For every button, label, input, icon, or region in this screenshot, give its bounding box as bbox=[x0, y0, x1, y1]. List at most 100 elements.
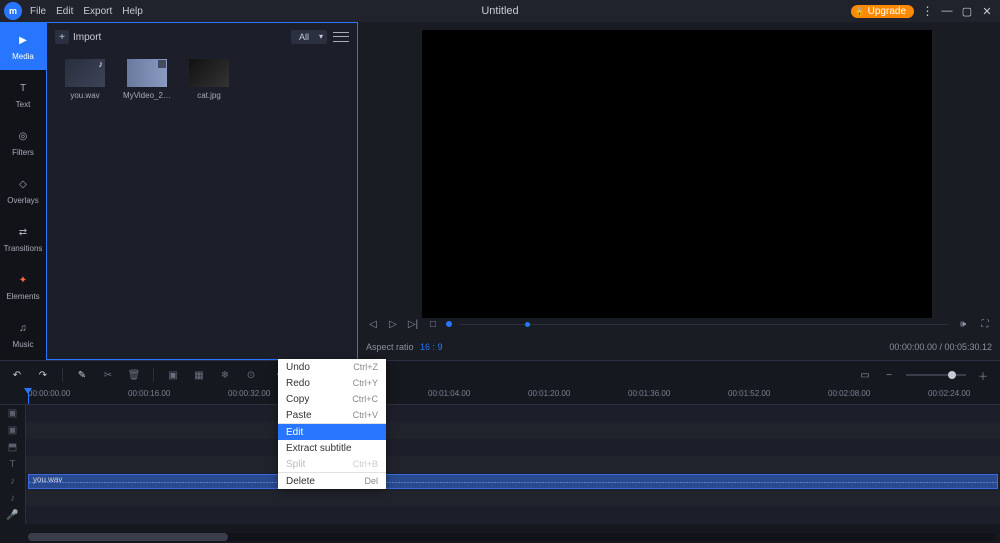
sidebar-label: Filters bbox=[12, 148, 34, 157]
track-audio-2[interactable]: ♪ bbox=[0, 490, 1000, 507]
ruler-tick: 00:00:32.00 bbox=[228, 389, 270, 398]
media-item-image[interactable]: cat.jpg bbox=[187, 59, 231, 100]
sidebar: ▶ Media T Text ◎ Filters ◇ Overlays ⇄ Tr… bbox=[0, 22, 46, 360]
upgrade-label: Upgrade bbox=[868, 6, 906, 17]
media-item-video[interactable]: MyVideo_2… bbox=[125, 59, 169, 100]
video-track-icon: ▣ bbox=[0, 422, 26, 439]
sidebar-label: Music bbox=[13, 340, 34, 349]
timeline-toolbar: ↶ ↷ ✎ ✂ 🗑 ▣ ▦ ❄ ⊙ ◔ ⭱ ▭ − ＋ bbox=[0, 361, 1000, 389]
timeline-ruler[interactable]: 00:00:00.00 00:00:16.00 00:00:32.00 00:0… bbox=[0, 389, 1000, 405]
thumbnail-icon bbox=[127, 59, 167, 87]
fit-button[interactable]: ▭ bbox=[858, 368, 872, 382]
play-icon: ▶ bbox=[14, 31, 32, 49]
media-toolbar: + Import All bbox=[47, 23, 357, 51]
ctx-redo[interactable]: RedoCtrl+Y bbox=[278, 375, 386, 391]
transitions-icon: ⇄ bbox=[14, 223, 32, 241]
zoom-slider[interactable] bbox=[906, 374, 966, 376]
media-filter-dropdown[interactable]: All bbox=[291, 30, 327, 44]
media-item-audio[interactable]: you.wav bbox=[63, 59, 107, 100]
titlebar: m File Edit Export Help Untitled Upgrade… bbox=[0, 0, 1000, 22]
media-item-label: you.wav bbox=[61, 91, 109, 100]
menu-edit[interactable]: Edit bbox=[56, 6, 73, 17]
maximize-button[interactable]: ▢ bbox=[960, 4, 974, 18]
zoom-in-button[interactable]: ＋ bbox=[976, 368, 990, 382]
media-grid: you.wav MyVideo_2… cat.jpg bbox=[47, 51, 357, 108]
ruler-tick: 00:02:08.00 bbox=[828, 389, 870, 398]
undo-button[interactable]: ↶ bbox=[10, 368, 24, 382]
playhead[interactable] bbox=[28, 389, 29, 404]
audio-track-icon: ♪ bbox=[0, 473, 26, 490]
stop-button[interactable]: □ bbox=[426, 317, 440, 331]
edit-tool-button[interactable]: ✎ bbox=[75, 368, 89, 382]
ctx-undo[interactable]: UndoCtrl+Z bbox=[278, 359, 386, 375]
speed-button[interactable]: ⊙ bbox=[244, 368, 258, 382]
text-track-icon: T bbox=[0, 456, 26, 473]
track-video-1[interactable]: ▣ bbox=[0, 422, 1000, 439]
voice-track-icon: 🎤 bbox=[0, 507, 26, 524]
track-audio[interactable]: ♪ you.wav bbox=[0, 473, 1000, 490]
menu-help[interactable]: Help bbox=[122, 6, 143, 17]
timeline-scrollbar[interactable] bbox=[28, 533, 996, 541]
elements-icon: ✦ bbox=[14, 271, 32, 289]
context-menu: UndoCtrl+Z RedoCtrl+Y CopyCtrl+C PasteCt… bbox=[278, 359, 386, 489]
sidebar-item-media[interactable]: ▶ Media bbox=[0, 22, 46, 70]
mosaic-button[interactable]: ▦ bbox=[192, 368, 206, 382]
aspect-ratio-label[interactable]: Aspect ratio 16 : 9 bbox=[366, 342, 443, 352]
menubar: File Edit Export Help bbox=[30, 6, 143, 17]
zoom-out-button[interactable]: − bbox=[882, 368, 896, 382]
sidebar-item-filters[interactable]: ◎ Filters bbox=[0, 118, 46, 166]
import-button[interactable]: + Import bbox=[55, 30, 101, 44]
app-icon: m bbox=[4, 2, 22, 20]
preview-canvas[interactable] bbox=[422, 30, 932, 318]
close-button[interactable]: ✕ bbox=[980, 4, 994, 18]
document-title: Untitled bbox=[481, 5, 518, 17]
ruler-tick: 00:02:24.00 bbox=[928, 389, 970, 398]
ruler-tick: 00:01:04.00 bbox=[428, 389, 470, 398]
more-icon[interactable]: ⋮ bbox=[920, 4, 934, 18]
track-video-2[interactable]: ▣ bbox=[0, 405, 1000, 422]
ctx-delete[interactable]: DeleteDel bbox=[278, 473, 386, 489]
video-track-icon: ▣ bbox=[0, 405, 26, 422]
volume-icon[interactable]: 🕪 bbox=[956, 317, 970, 331]
tracks: ▣ ▣ ⬒ T ♪ you.wav ♪ 🎤 bbox=[0, 405, 1000, 531]
split-button[interactable]: ✂ bbox=[101, 368, 115, 382]
audio-clip[interactable]: you.wav bbox=[28, 474, 998, 489]
preview-progress[interactable] bbox=[460, 324, 948, 325]
ruler-tick: 00:00:00.00 bbox=[28, 389, 70, 398]
ctx-extract-subtitle[interactable]: Extract subtitle bbox=[278, 440, 386, 456]
ruler-tick: 00:00:16.00 bbox=[128, 389, 170, 398]
sidebar-item-elements[interactable]: ✦ Elements bbox=[0, 262, 46, 310]
track-overlay[interactable]: ⬒ bbox=[0, 439, 1000, 456]
freeze-button[interactable]: ❄ bbox=[218, 368, 232, 382]
track-voice[interactable]: 🎤 bbox=[0, 507, 1000, 524]
track-text[interactable]: T bbox=[0, 456, 1000, 473]
sidebar-item-overlays[interactable]: ◇ Overlays bbox=[0, 166, 46, 214]
next-frame-button[interactable]: ▷| bbox=[406, 317, 420, 331]
sidebar-label: Media bbox=[12, 52, 34, 61]
prev-frame-button[interactable]: ◁ bbox=[366, 317, 380, 331]
plus-icon: + bbox=[55, 30, 69, 44]
preview-panel: ◁ ▷ ▷| □ 🕪 ⛶ Aspect ratio 16 : 9 00:00:0… bbox=[358, 22, 1000, 360]
text-icon: T bbox=[14, 79, 32, 97]
crop-button[interactable]: ▣ bbox=[166, 368, 180, 382]
lock-icon bbox=[855, 6, 865, 17]
ctx-edit[interactable]: Edit bbox=[278, 424, 386, 440]
menu-file[interactable]: File bbox=[30, 6, 46, 17]
media-panel: + Import All you.wav MyVideo_2… cat.jpg bbox=[46, 22, 358, 360]
fullscreen-icon[interactable]: ⛶ bbox=[978, 317, 992, 331]
list-view-icon[interactable] bbox=[333, 30, 349, 44]
scrollbar-thumb[interactable] bbox=[28, 533, 228, 541]
minimize-button[interactable]: — bbox=[940, 4, 954, 18]
sidebar-item-transitions[interactable]: ⇄ Transitions bbox=[0, 214, 46, 262]
sidebar-label: Elements bbox=[6, 292, 39, 301]
upgrade-button[interactable]: Upgrade bbox=[851, 5, 914, 18]
menu-export[interactable]: Export bbox=[83, 6, 112, 17]
ctx-copy[interactable]: CopyCtrl+C bbox=[278, 391, 386, 407]
sidebar-item-text[interactable]: T Text bbox=[0, 70, 46, 118]
ruler-tick: 00:01:20.00 bbox=[528, 389, 570, 398]
sidebar-item-music[interactable]: ♫ Music bbox=[0, 310, 46, 358]
redo-button[interactable]: ↷ bbox=[36, 368, 50, 382]
delete-button[interactable]: 🗑 bbox=[127, 368, 141, 382]
ctx-paste[interactable]: PasteCtrl+V bbox=[278, 407, 386, 423]
play-button[interactable]: ▷ bbox=[386, 317, 400, 331]
